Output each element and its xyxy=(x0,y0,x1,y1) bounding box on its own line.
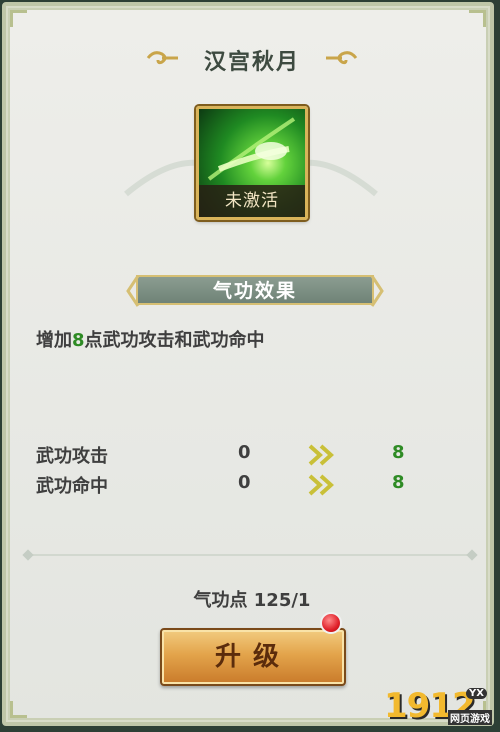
divider-end-icon xyxy=(22,549,34,561)
double-arrow-icon xyxy=(308,474,334,496)
divider-end-icon xyxy=(466,549,478,561)
stat-before-value: 0 xyxy=(238,442,251,463)
corner-ornament xyxy=(10,701,27,718)
effect-description: 增加8点武功攻击和武功命中 xyxy=(36,330,265,351)
skill-title: 汉宫秋月 xyxy=(203,50,300,75)
stat-row: 武功攻击 0 8 xyxy=(36,442,476,470)
section-banner: 气功效果 xyxy=(124,272,386,310)
stat-name: 武功命中 xyxy=(36,476,108,497)
upgrade-button[interactable]: 升级 xyxy=(160,628,346,686)
corner-ornament xyxy=(10,10,27,27)
skill-points-text: 气功点 125/1 xyxy=(193,590,311,611)
stat-after-value: 8 xyxy=(392,472,405,493)
section-title: 气功效果 xyxy=(212,280,297,302)
skill-icon[interactable]: 未激活 xyxy=(196,106,308,220)
corner-ornament xyxy=(469,10,486,27)
skill-detail-panel: 汉宫秋月 未激活 气功效果 增加8点武功攻击和武功命中 武功攻击 0 8 武功命 xyxy=(2,2,494,726)
swirl-ornament-icon xyxy=(326,51,358,65)
notification-dot-icon xyxy=(320,612,342,634)
stat-after-value: 8 xyxy=(392,442,405,463)
site-watermark-logo: 1912 YX 网页游戏 xyxy=(384,686,492,726)
stat-name: 武功攻击 xyxy=(36,446,108,467)
green-slash-skill-icon xyxy=(207,117,296,181)
divider xyxy=(28,554,472,556)
skill-status-label: 未激活 xyxy=(199,185,305,217)
stat-row: 武功命中 0 8 xyxy=(36,472,476,500)
double-arrow-icon xyxy=(308,444,334,466)
stat-before-value: 0 xyxy=(238,472,251,493)
